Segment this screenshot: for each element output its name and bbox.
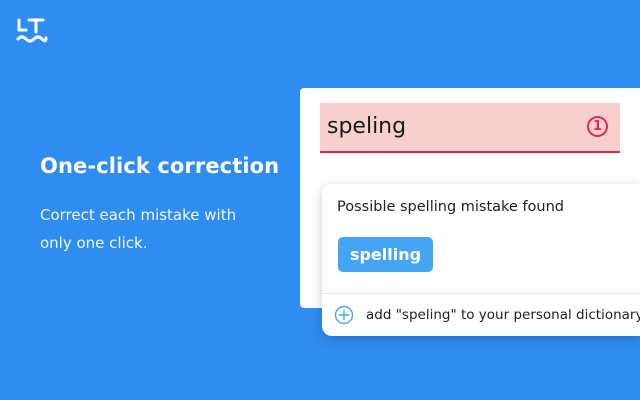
languagetool-logo-icon xyxy=(16,18,48,43)
divider xyxy=(322,293,640,294)
add-to-dictionary-button[interactable]: add "speling" to your personal dictionar… xyxy=(334,304,640,326)
add-to-dictionary-label: add "speling" to your personal dictionar… xyxy=(366,307,640,323)
error-message: Possible spelling mistake found xyxy=(337,199,565,215)
text-input[interactable]: speling 1 xyxy=(320,103,620,153)
promo-description: Correct each mistake with only one click… xyxy=(40,206,237,252)
suggestion-button[interactable]: spelling xyxy=(338,237,433,272)
suggestion-popup: Possible spelling mistake found spelling… xyxy=(322,184,640,336)
promo-section: One-click correction Correct each mistak… xyxy=(40,152,280,257)
error-count-badge[interactable]: 1 xyxy=(587,116,608,137)
misspelled-word[interactable]: speling xyxy=(327,113,406,141)
promo-title: One-click correction xyxy=(40,154,280,178)
plus-circle-icon xyxy=(334,305,354,325)
